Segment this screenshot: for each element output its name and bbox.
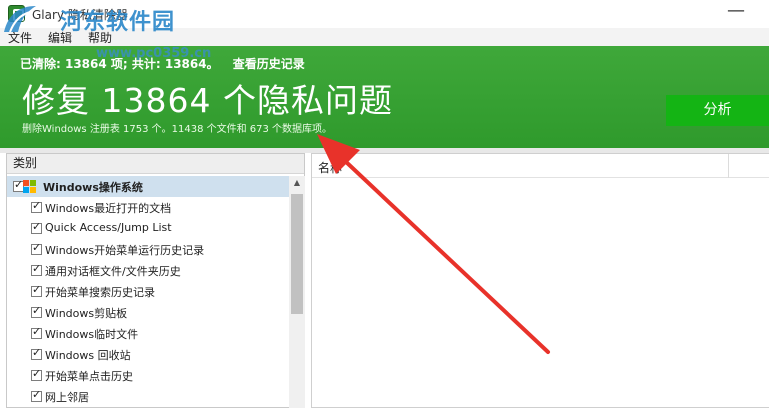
item-checkbox[interactable] (31, 304, 42, 318)
item-label: Quick Access/Jump List (45, 221, 172, 234)
item-label: 开始菜单搜索历史记录 (45, 286, 155, 299)
list-item[interactable]: Windows 回收站 (7, 344, 289, 365)
vertical-scrollbar[interactable]: ▲ (289, 176, 305, 408)
item-label: 网上邻居 (45, 391, 89, 404)
list-item[interactable]: Windows开始菜单运行历史记录 (7, 239, 289, 260)
category-group-windows[interactable]: Windows操作系统 (7, 176, 289, 197)
list-item[interactable]: Windows最近打开的文档 (7, 197, 289, 218)
result-banner: 已清除: 13864 项; 共计: 13864。 查看历史记录 修复 13864… (0, 46, 769, 148)
category-panel: 类别 Windows操作系统 Windows最近打开的文档 Quick Acce… (6, 153, 305, 408)
watermark-site-name: 河东软件园 (60, 10, 176, 35)
name-column-header[interactable]: 名称 (312, 154, 769, 178)
list-item[interactable]: Windows临时文件 (7, 323, 289, 344)
watermark-logo-icon (4, 6, 36, 33)
item-checkbox[interactable] (31, 220, 42, 234)
scroll-up-arrow-icon[interactable]: ▲ (289, 176, 305, 190)
list-item[interactable]: 通用对话框文件/文件夹历史 (7, 260, 289, 281)
view-history-link[interactable]: 查看历史记录 (233, 57, 305, 71)
column-separator[interactable] (728, 154, 729, 178)
list-item[interactable]: 网上邻居 (7, 386, 289, 407)
list-item[interactable]: Quick Access/Jump List (7, 218, 289, 239)
item-label: Windows剪贴板 (45, 307, 128, 320)
scroll-thumb[interactable] (291, 194, 303, 314)
minimize-button[interactable]: — (727, 2, 745, 20)
windows-logo-icon (23, 180, 37, 193)
category-header: 类别 (7, 154, 304, 174)
category-list: Windows操作系统 Windows最近打开的文档 Quick Access/… (7, 176, 289, 407)
item-label: Windows最近打开的文档 (45, 202, 172, 215)
item-checkbox[interactable] (31, 262, 42, 276)
analyze-button[interactable]: 分析 (666, 95, 769, 126)
item-checkbox[interactable] (31, 388, 42, 402)
item-checkbox[interactable] (31, 325, 42, 339)
item-label: Windows临时文件 (45, 328, 139, 341)
details-line: 删除Windows 注册表 1753 个。11438 个文件和 673 个数据库… (22, 124, 333, 135)
item-label: Windows开始菜单运行历史记录 (45, 244, 205, 257)
name-column-label: 名称 (318, 161, 343, 175)
item-label: 开始菜单点击历史 (45, 370, 133, 383)
item-checkbox[interactable] (31, 346, 42, 360)
item-label: 通用对话框文件/文件夹历史 (45, 265, 181, 278)
list-item[interactable]: 开始菜单点击历史 (7, 365, 289, 386)
item-checkbox[interactable] (31, 367, 42, 381)
item-checkbox[interactable] (31, 241, 42, 255)
group-label: Windows操作系统 (43, 181, 143, 194)
list-item[interactable]: 开始菜单搜索历史记录 (7, 281, 289, 302)
headline: 修复 13864 个隐私问题 (22, 81, 393, 120)
item-checkbox[interactable] (31, 283, 42, 297)
list-item[interactable]: Windows剪贴板 (7, 302, 289, 323)
item-label: Windows 回收站 (45, 349, 131, 362)
results-panel: 名称 (311, 153, 769, 408)
watermark-url: www.pc0359.cn (96, 46, 212, 61)
item-checkbox[interactable] (31, 199, 42, 213)
